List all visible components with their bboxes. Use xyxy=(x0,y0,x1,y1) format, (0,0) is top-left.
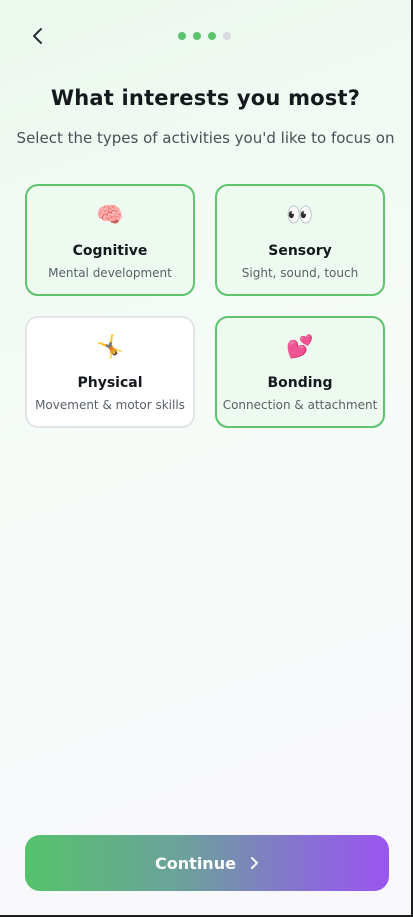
page-subtitle: Select the types of activities you'd lik… xyxy=(16,129,395,147)
page-title: What interests you most? xyxy=(50,86,361,110)
option-title: Cognitive xyxy=(72,243,148,259)
cartwheel-icon: 🤸 xyxy=(96,335,124,360)
progress-dots xyxy=(178,32,231,40)
option-description: Sight, sound, touch xyxy=(241,266,359,280)
progress-dot xyxy=(193,32,201,40)
option-card-bonding[interactable]: 💕 Bonding Connection & attachment xyxy=(215,316,385,428)
chevron-left-icon xyxy=(33,28,42,44)
top-bar xyxy=(0,0,411,72)
eyes-icon: 👀 xyxy=(286,203,314,228)
continue-label: Continue xyxy=(155,853,236,873)
option-description: Mental development xyxy=(48,266,172,280)
option-description: Movement & motor skills xyxy=(35,398,185,412)
progress-dot xyxy=(223,32,231,40)
option-title: Physical xyxy=(77,375,143,391)
option-title: Bonding xyxy=(267,375,333,391)
option-title: Sensory xyxy=(268,243,332,259)
chevron-right-icon xyxy=(250,857,258,869)
option-card-sensory[interactable]: 👀 Sensory Sight, sound, touch xyxy=(215,184,385,296)
interests-screen: What interests you most? Select the type… xyxy=(0,0,413,917)
brain-icon: 🧠 xyxy=(96,203,124,228)
progress-dot xyxy=(208,32,216,40)
continue-button[interactable]: Continue xyxy=(25,835,389,891)
back-button[interactable] xyxy=(24,22,52,50)
two-hearts-icon: 💕 xyxy=(286,335,314,360)
option-description: Connection & attachment xyxy=(222,398,378,412)
progress-dot xyxy=(178,32,186,40)
option-card-cognitive[interactable]: 🧠 Cognitive Mental development xyxy=(25,184,195,296)
option-card-physical[interactable]: 🤸 Physical Movement & motor skills xyxy=(25,316,195,428)
